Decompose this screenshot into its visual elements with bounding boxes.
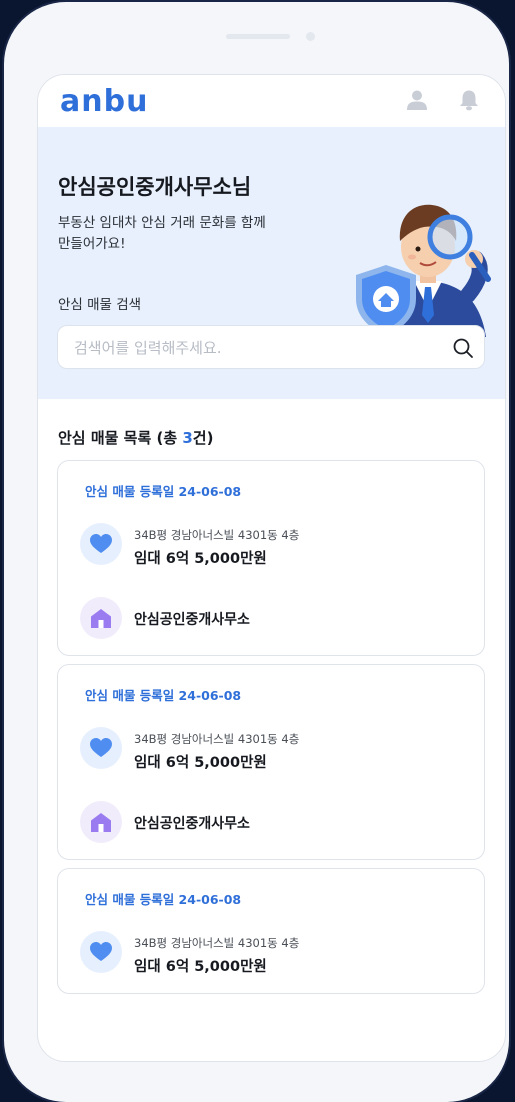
- property-address: 34B평 경남아너스빌 4301동 4층: [134, 528, 300, 542]
- app-header: anbu: [38, 75, 505, 127]
- app-logo[interactable]: anbu: [60, 84, 148, 119]
- property-price: 임대 6억 5,000만원: [134, 959, 267, 975]
- search-icon[interactable]: [452, 337, 474, 363]
- search-box: [57, 325, 485, 370]
- search-input[interactable]: [72, 326, 436, 370]
- listing-count: 3: [182, 429, 193, 447]
- phone-frame: anbu 안심공인중개사무소님 부동산 임대차 안심 거래 문화를 함께 만들어…: [4, 2, 509, 1102]
- heart-icon: [90, 534, 112, 553]
- property-price: 임대 6억 5,000만원: [134, 551, 267, 567]
- property-address: 34B평 경남아너스빌 4301동 4층: [134, 732, 300, 746]
- favorite-badge[interactable]: [80, 523, 122, 565]
- heart-icon: [90, 738, 112, 757]
- user-icon[interactable]: [406, 89, 428, 115]
- house-icon: [91, 609, 111, 628]
- search-label: 안심 매물 검색: [58, 297, 142, 313]
- favorite-badge[interactable]: [80, 727, 122, 769]
- agent-mascot-illustration: [328, 187, 503, 341]
- registration-date: 안심 매물 등록일 24-06-08: [85, 484, 242, 499]
- listing-card[interactable]: 안심 매물 등록일 24-06-08 34B평 경남아너스빌 4301동 4층 …: [57, 664, 485, 860]
- favorite-badge[interactable]: [80, 931, 122, 973]
- speaker-bar: [226, 34, 290, 39]
- agency-name: 안심공인중개사무소: [134, 816, 250, 832]
- agency-name: 안심공인중개사무소: [134, 612, 250, 628]
- registration-date: 안심 매물 등록일 24-06-08: [85, 688, 242, 703]
- camera-dot: [306, 32, 315, 41]
- page-title: 안심공인중개사무소님: [58, 175, 252, 199]
- hero-subtitle: 부동산 임대차 안심 거래 문화를 함께 만들어가요!: [58, 215, 266, 252]
- house-icon: [91, 813, 111, 832]
- agency-badge: [80, 801, 122, 843]
- property-address: 34B평 경남아너스빌 4301동 4층: [134, 936, 300, 950]
- app-screen: anbu 안심공인중개사무소님 부동산 임대차 안심 거래 문화를 함께 만들어…: [37, 74, 506, 1062]
- property-price: 임대 6억 5,000만원: [134, 755, 267, 771]
- listing-card[interactable]: 안심 매물 등록일 24-06-08 34B평 경남아너스빌 4301동 4층 …: [57, 868, 485, 994]
- listing-section-title: 안심 매물 목록 (총 3건): [58, 429, 214, 447]
- listing-card[interactable]: 안심 매물 등록일 24-06-08 34B평 경남아너스빌 4301동 4층 …: [57, 460, 485, 656]
- registration-date: 안심 매물 등록일 24-06-08: [85, 892, 242, 907]
- agency-badge: [80, 597, 122, 639]
- heart-icon: [90, 942, 112, 961]
- hero-section: 안심공인중개사무소님 부동산 임대차 안심 거래 문화를 함께 만들어가요! 안…: [38, 127, 505, 399]
- bell-icon[interactable]: [458, 89, 480, 115]
